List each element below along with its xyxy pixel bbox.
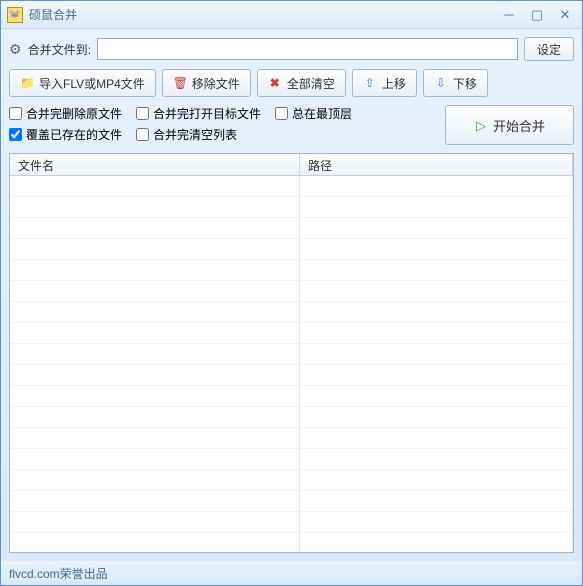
open-target-checkbox[interactable]: 合并完打开目标文件 bbox=[136, 105, 261, 122]
start-merge-button[interactable]: ▷ 开始合并 bbox=[445, 105, 574, 145]
toolbar: 📁 导入FLV或MP4文件 🗑 移除文件 ✖ 全部清空 ⇧ 上移 ⇩ 下移 bbox=[9, 69, 574, 97]
play-icon: ▷ bbox=[474, 118, 488, 132]
always-on-top-checkbox[interactable]: 总在最顶层 bbox=[275, 105, 352, 122]
file-list: 文件名 路径 bbox=[9, 153, 574, 553]
list-body[interactable] bbox=[10, 176, 573, 552]
close-button[interactable]: ✕ bbox=[554, 6, 576, 24]
delete-source-checkbox[interactable]: 合并完删除原文件 bbox=[9, 105, 122, 122]
content-area: ⚙ 合并文件到: 设定 📁 导入FLV或MP4文件 🗑 移除文件 ✖ 全部清空 … bbox=[1, 29, 582, 561]
maximize-button[interactable]: ▢ bbox=[526, 6, 548, 24]
column-path[interactable]: 路径 bbox=[300, 154, 573, 175]
arrow-up-icon: ⇧ bbox=[363, 76, 377, 90]
merge-to-input[interactable] bbox=[97, 38, 518, 60]
clear-icon: ✖ bbox=[268, 76, 282, 90]
merge-to-label: 合并文件到: bbox=[28, 41, 91, 58]
arrow-down-icon: ⇩ bbox=[434, 76, 448, 90]
titlebar: 🐭 硕鼠合并 ─ ▢ ✕ bbox=[1, 1, 582, 29]
minimize-button[interactable]: ─ bbox=[498, 6, 520, 24]
footer-text: flvcd.com荣誉出品 bbox=[1, 561, 582, 585]
options-group: 合并完删除原文件 合并完打开目标文件 总在最顶层 覆盖已存在的文件 合并完清空列… bbox=[9, 105, 352, 143]
move-up-button[interactable]: ⇧ 上移 bbox=[352, 69, 417, 97]
folder-icon: 📁 bbox=[20, 76, 34, 90]
remove-icon: 🗑 bbox=[173, 76, 187, 90]
column-filename[interactable]: 文件名 bbox=[10, 154, 300, 175]
move-down-button[interactable]: ⇩ 下移 bbox=[423, 69, 488, 97]
clear-button[interactable]: ✖ 全部清空 bbox=[257, 69, 346, 97]
app-icon: 🐭 bbox=[7, 7, 23, 23]
clear-list-checkbox[interactable]: 合并完清空列表 bbox=[136, 126, 237, 143]
settings-button[interactable]: 设定 bbox=[524, 37, 574, 61]
import-button[interactable]: 📁 导入FLV或MP4文件 bbox=[9, 69, 156, 97]
gear-icon: ⚙ bbox=[9, 41, 22, 58]
list-header: 文件名 路径 bbox=[10, 154, 573, 176]
window-title: 硕鼠合并 bbox=[29, 6, 77, 23]
options-row: 合并完删除原文件 合并完打开目标文件 总在最顶层 覆盖已存在的文件 合并完清空列… bbox=[9, 105, 574, 145]
remove-button[interactable]: 🗑 移除文件 bbox=[162, 69, 251, 97]
overwrite-checkbox[interactable]: 覆盖已存在的文件 bbox=[9, 126, 122, 143]
window-controls: ─ ▢ ✕ bbox=[498, 6, 576, 24]
merge-to-row: ⚙ 合并文件到: 设定 bbox=[9, 37, 574, 61]
app-window: 🐭 硕鼠合并 ─ ▢ ✕ ⚙ 合并文件到: 设定 📁 导入FLV或MP4文件 🗑… bbox=[0, 0, 583, 586]
